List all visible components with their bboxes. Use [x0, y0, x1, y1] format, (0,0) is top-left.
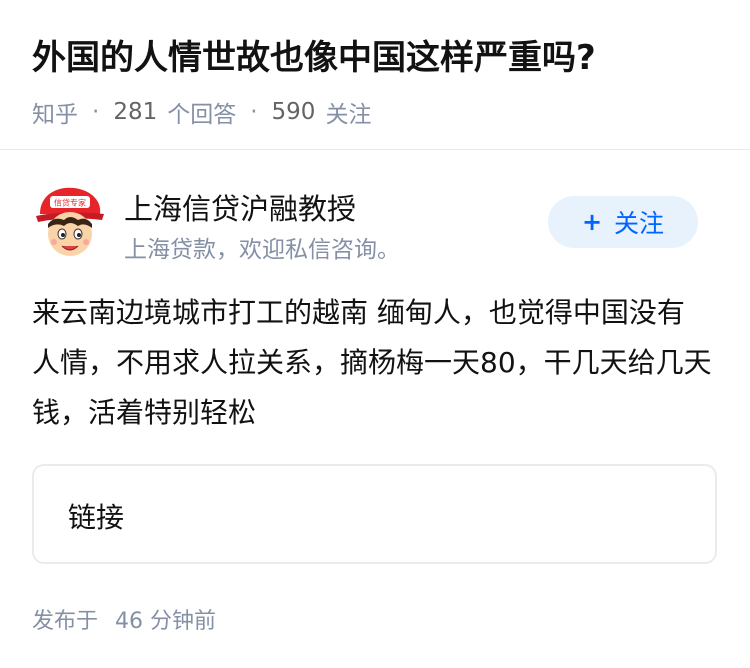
avatar-badge-text: 信贷专家	[54, 198, 86, 208]
link-card[interactable]: 链接	[32, 464, 717, 564]
question-meta: 知乎 · 281 个回答 · 590 关注	[32, 95, 371, 129]
follower-count: 590	[271, 99, 316, 125]
author-bio: 上海贷款，欢迎私信咨询。	[124, 237, 400, 263]
question-header: 外国的人情世故也像中国这样严重吗? 知乎 · 281 个回答 · 590 关注	[0, 0, 750, 150]
answer-count-label[interactable]: 个回答	[167, 95, 236, 129]
separator-dot: ·	[250, 99, 258, 125]
publish-time: 发布于 46 分钟前	[32, 603, 216, 635]
follow-button-label: 关注	[614, 209, 665, 238]
publish-prefix: 发布于	[32, 609, 99, 634]
source-label: 知乎	[32, 102, 78, 128]
follower-count-label: 关注	[325, 102, 372, 128]
plus-icon: +	[581, 208, 603, 236]
author-name[interactable]: 上海信贷沪融教授	[124, 186, 356, 228]
answer-content: 来云南边境城市打工的越南 缅甸人，也觉得中国没有人情，不用求人拉关系，摘杨梅一天…	[32, 296, 712, 429]
follow-button[interactable]: + 关注	[548, 196, 698, 248]
author-row: 信贷专家 上海信贷沪融教授 上海贷款，欢迎私信咨询。 + 关注	[0, 178, 750, 268]
question-title[interactable]: 外国的人情世故也像中国这样严重吗?	[32, 30, 596, 79]
separator-dot: ·	[92, 99, 100, 125]
link-card-label: 链接	[68, 501, 125, 534]
author-avatar[interactable]: 信贷专家	[34, 184, 106, 258]
publish-time-value: 46 分钟前	[115, 609, 217, 634]
answer-count: 281	[113, 99, 158, 125]
cartoon-avatar-icon: 信贷专家	[36, 187, 104, 256]
